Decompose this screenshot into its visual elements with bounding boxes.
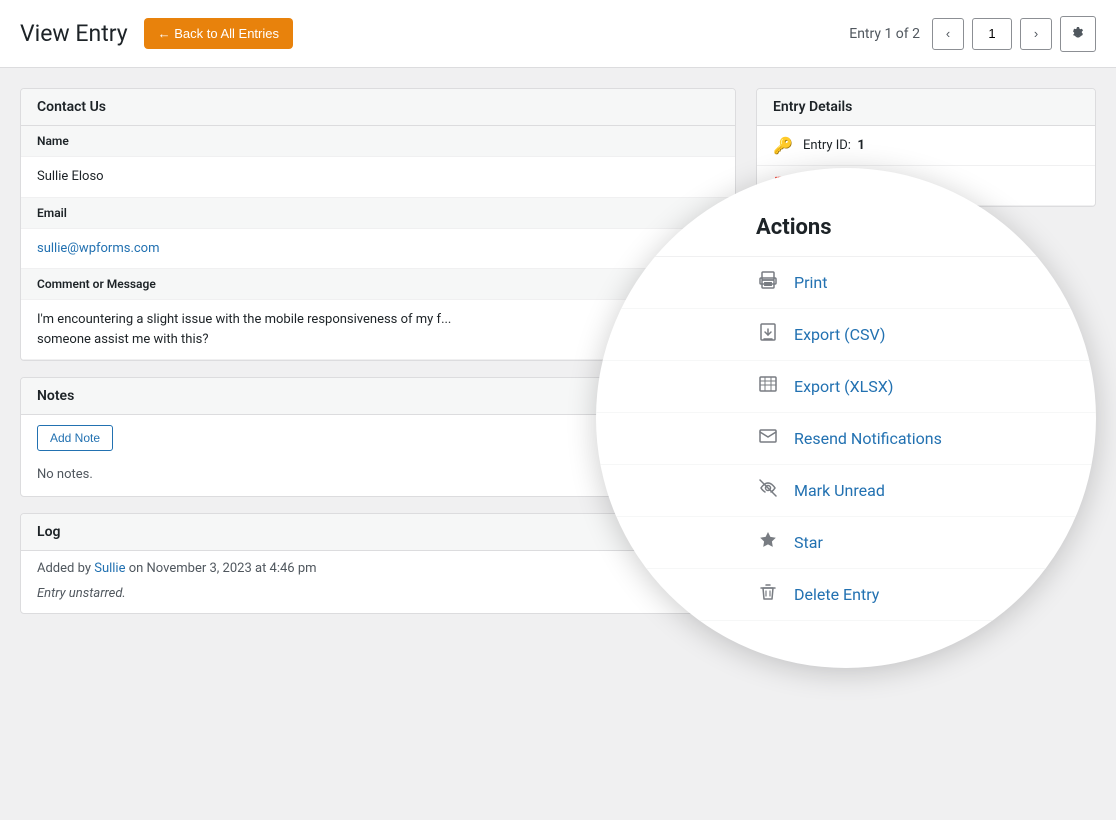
settings-button[interactable] [1060,16,1096,52]
page-title: View Entry [20,20,128,47]
field-name: Name Sullie Eloso [21,126,735,198]
actions-overlay: Actions Print [596,168,1096,668]
add-note-button[interactable]: Add Note [37,425,113,451]
header: View Entry ← Back to All Entries Entry 1… [0,0,1116,68]
print-label: Print [794,273,827,292]
name-value: Sullie Eloso [21,157,735,197]
back-to-entries-button[interactable]: ← Back to All Entries [144,18,293,49]
prev-entry-button[interactable]: ‹ [932,18,964,50]
action-star[interactable]: Star [596,517,1096,569]
gear-icon [1070,26,1086,42]
star-icon [756,530,780,555]
email-icon [756,426,780,451]
form-card-header: Contact Us [21,89,735,126]
email-link[interactable]: sullie@wpforms.com [37,241,160,256]
entry-id-row: 🔑 Entry ID: 1 [757,126,1095,166]
action-export-csv[interactable]: Export (CSV) [596,309,1096,361]
log-date: on November 3, 2023 at 4:46 pm [129,561,317,576]
field-email: Email sullie@wpforms.com [21,198,735,270]
export-xlsx-label: Export (XLSX) [794,377,893,396]
key-icon: 🔑 [773,136,793,155]
mark-unread-label: Mark Unread [794,481,885,500]
entry-number-input[interactable] [972,18,1012,50]
print-icon [756,270,780,295]
trash-icon [756,582,780,607]
entry-details-header: Entry Details [757,89,1095,126]
entry-counter: Entry 1 of 2 [849,26,920,42]
action-print[interactable]: Print [596,257,1096,309]
name-label: Name [21,126,735,157]
log-entry: Added by Sullie on November 3, 2023 at 4… [21,551,735,586]
entry-id-value: 1 [857,138,864,153]
export-csv-label: Export (CSV) [794,325,885,344]
header-right: Entry 1 of 2 ‹ › [849,16,1096,52]
delete-entry-label: Delete Entry [794,585,879,604]
eye-slash-icon [756,478,780,503]
email-value: sullie@wpforms.com [21,229,735,269]
header-left: View Entry ← Back to All Entries [20,18,293,49]
email-label: Email [21,198,735,229]
star-label: Star [794,533,823,552]
log-note: Entry unstarred. [21,586,735,613]
log-added-by: Added by [37,561,91,576]
action-export-xlsx[interactable]: Export (XLSX) [596,361,1096,413]
export-csv-icon [756,322,780,347]
action-resend-notifications[interactable]: Resend Notifications [596,413,1096,465]
export-xlsx-icon [756,374,780,399]
resend-notifications-label: Resend Notifications [794,429,942,448]
main-content: Contact Us Name Sullie Eloso Email sulli… [0,68,1116,634]
log-author-link[interactable]: Sullie [94,561,125,576]
action-mark-unread[interactable]: Mark Unread [596,465,1096,517]
next-entry-button[interactable]: › [1020,18,1052,50]
entry-id-label: Entry ID: 1 [803,138,865,153]
right-panel: Entry Details 🔑 Entry ID: 1 📅 :27 pm Act… [756,88,1096,614]
